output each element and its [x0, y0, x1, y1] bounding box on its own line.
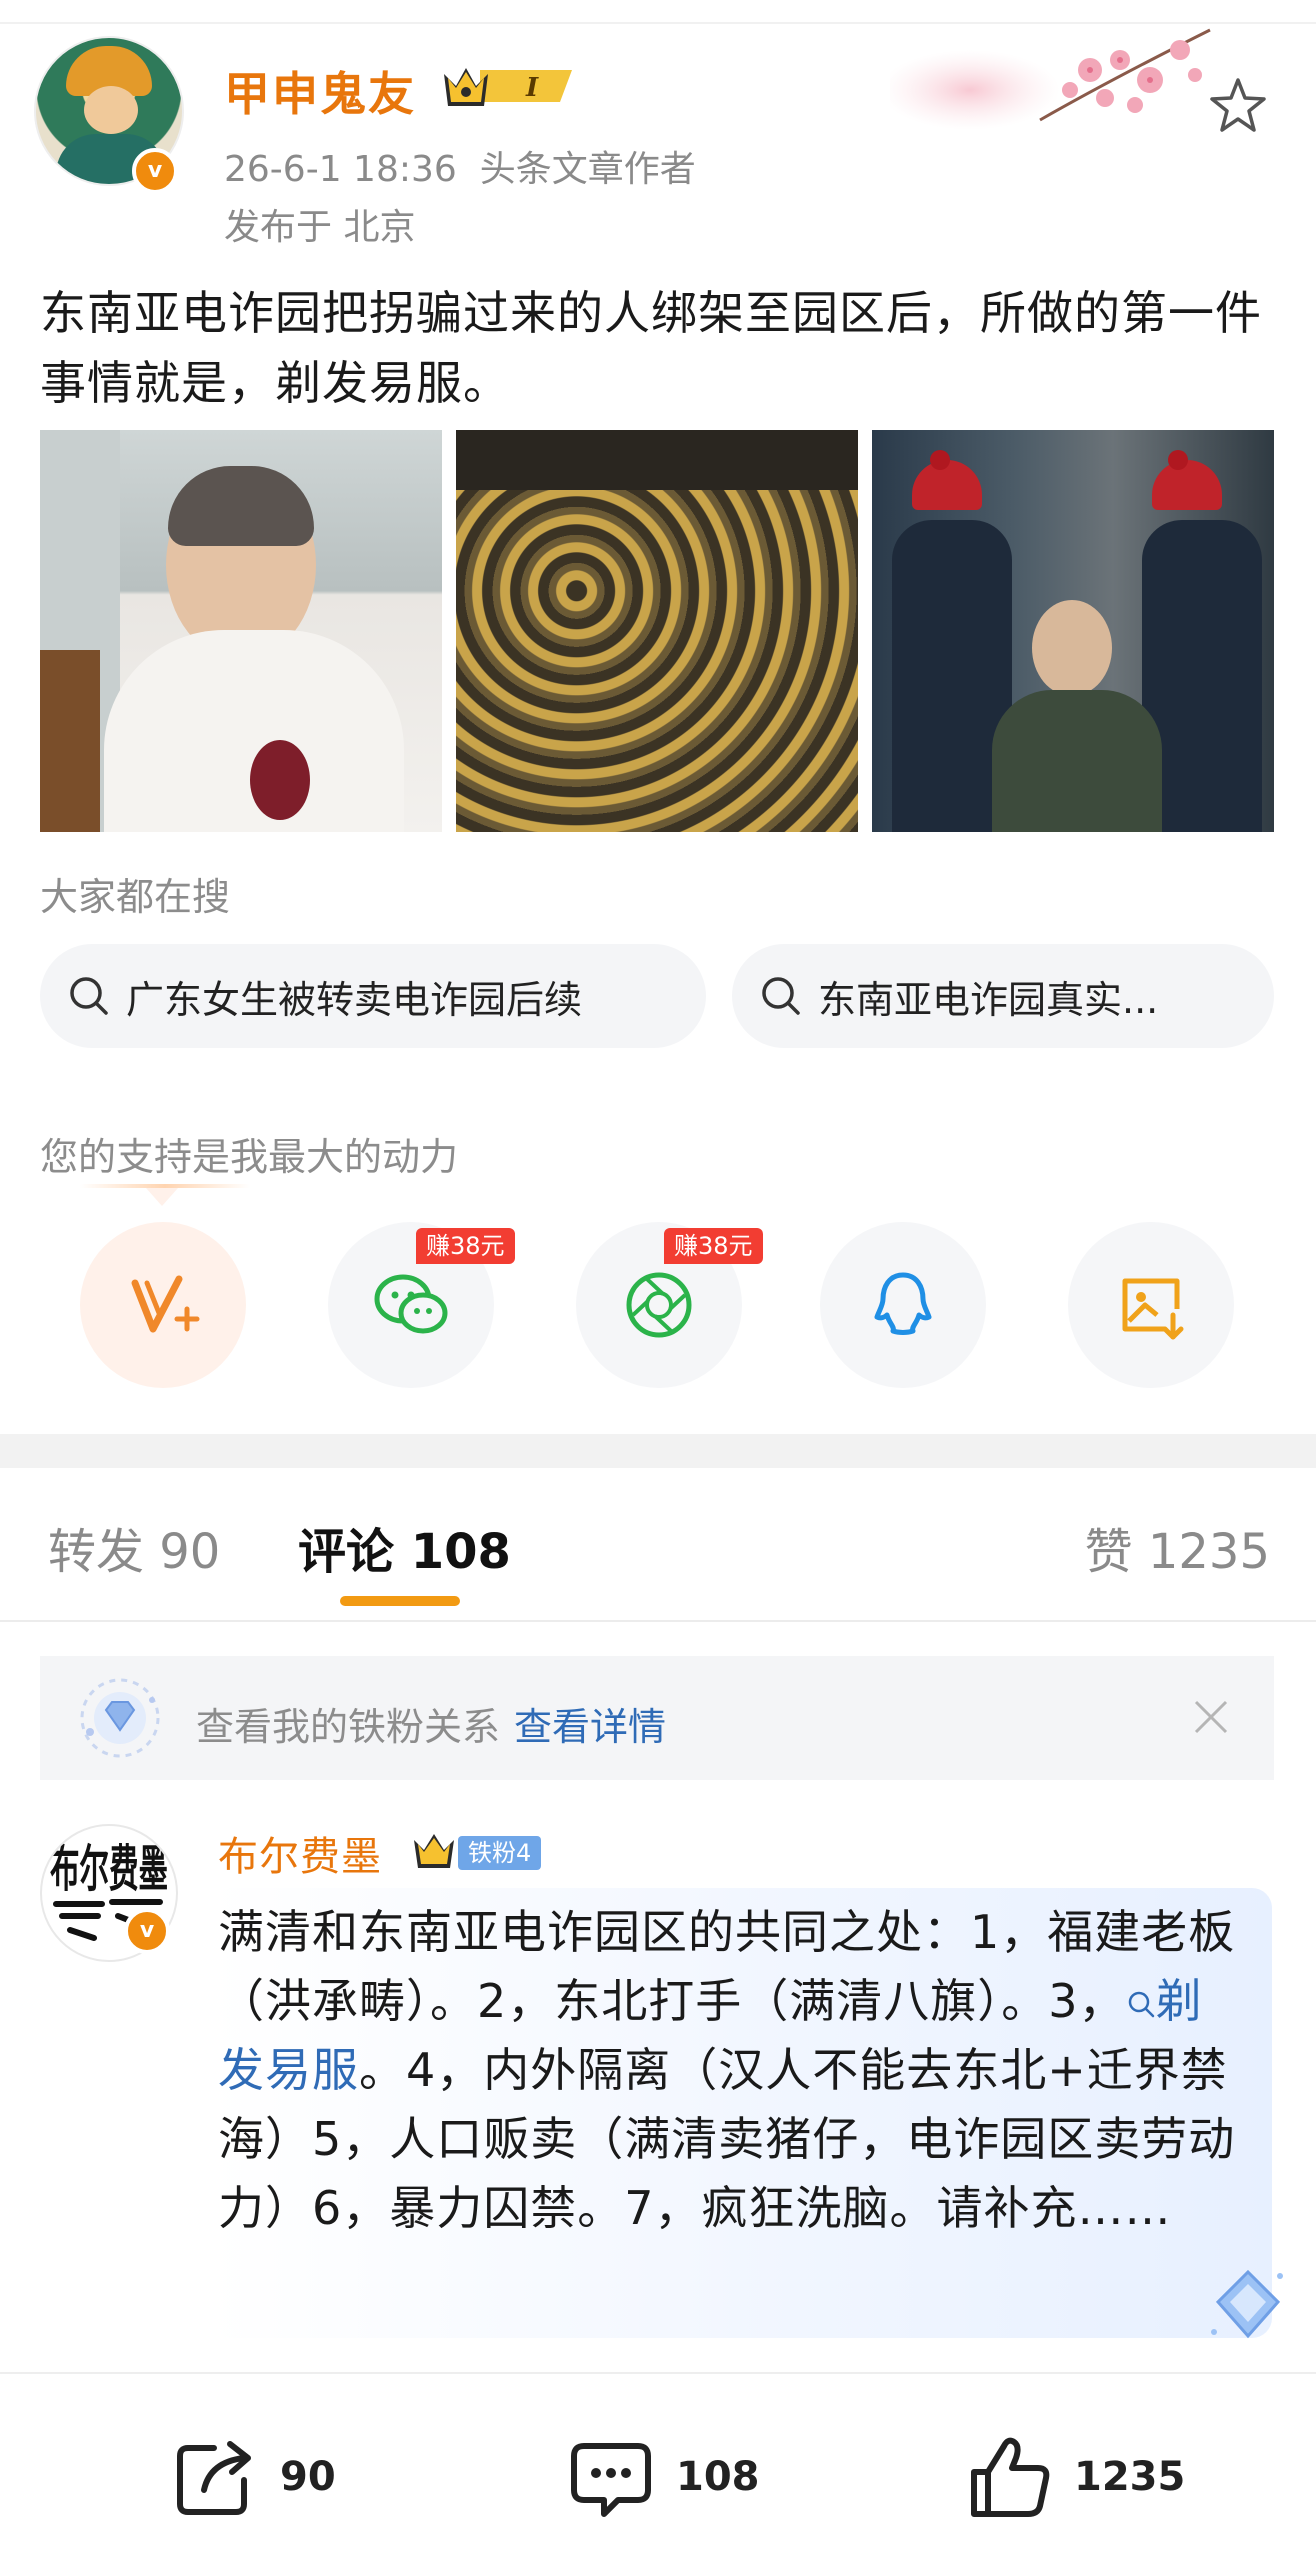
post-time: 26-6-1 18:36 — [224, 149, 457, 190]
support-title: 您的支持是我最大的动力 — [40, 1135, 459, 1179]
search-chip-1[interactable]: 广东女生被转卖电诈园后续 — [40, 944, 706, 1048]
moments-icon — [626, 1272, 692, 1338]
share-icon — [177, 2441, 251, 2515]
tooltip-pointer — [146, 1188, 178, 1206]
vplus-button[interactable] — [80, 1222, 246, 1388]
post-body: 东南亚电诈园把拐骗过来的人绑架至园区后，所做的第一件事情就是，剃发易服。 — [40, 286, 1262, 410]
post-image-2[interactable] — [456, 430, 858, 832]
fan-detail-link[interactable]: 查看详情 — [514, 1705, 666, 1749]
tab-repost[interactable]: 转发 90 — [48, 1512, 220, 1582]
trending-search-title: 大家都在搜 — [40, 875, 231, 919]
post-image-3[interactable] — [872, 430, 1274, 832]
like-button[interactable]: 1235 — [964, 2432, 1185, 2522]
thumbs-up-icon — [971, 2437, 1050, 2517]
search-icon — [1128, 1991, 1154, 2018]
comment-text: 满清和东南亚电诈园区的共同之处：1，福建老板（洪承畴）。2，东北打手（满清八旗）… — [218, 1898, 1248, 2243]
avatar-calligraphy: 布尔费墨 — [50, 1839, 168, 1898]
comment-icon — [571, 2443, 651, 2517]
fan-relation-label: 查看我的铁粉关系 — [196, 1705, 501, 1749]
fan-relation-text: 查看我的铁粉关系 查看详情 — [196, 1696, 666, 1751]
post-meta: 26-6-1 18:36 头条文章作者 — [224, 140, 696, 192]
comment-count: 108 — [676, 2454, 760, 2500]
bottom-divider — [0, 2372, 1316, 2374]
qq-icon — [874, 1272, 932, 1335]
like-count: 1235 — [1074, 2454, 1186, 2500]
tab-like[interactable]: 赞 1235 — [1085, 1512, 1270, 1582]
earn-badge: 赚38元 — [416, 1228, 515, 1264]
comment-button[interactable]: 108 — [566, 2432, 760, 2522]
tab-active-indicator — [340, 1596, 460, 1606]
level-text: I — [525, 73, 539, 103]
comment-text-part1: 满清和东南亚电诈园区的共同之处：1，福建老板（洪承畴）。2，东北打手（满清八旗）… — [218, 1905, 1236, 2028]
favorite-star-icon[interactable] — [1206, 74, 1270, 138]
search-icon — [762, 977, 800, 1015]
earn-badge: 赚38元 — [664, 1228, 763, 1264]
section-divider — [0, 1434, 1316, 1468]
fan-level-badge: 铁粉4 — [458, 1836, 542, 1870]
verified-icon: v — [124, 1908, 170, 1954]
crown-icon — [414, 1834, 454, 1868]
tab-divider — [0, 1620, 1316, 1622]
close-icon[interactable] — [1188, 1694, 1234, 1740]
save-image-icon — [1122, 1278, 1184, 1340]
search-chip-2[interactable]: 东南亚电诈园真实... — [732, 944, 1274, 1048]
comment-text-part2: 。4，内外隔离（汉人不能去东北+迁界禁海）5，人口贩卖（满清卖猪仔，电诈园区卖劳… — [218, 2043, 1236, 2235]
repost-button[interactable]: 90 — [170, 2432, 336, 2522]
qq-share-button[interactable] — [820, 1222, 986, 1388]
diamond-icon — [1211, 2269, 1283, 2339]
post-image-1[interactable] — [40, 430, 442, 832]
diamond-fan-icon — [80, 1678, 160, 1758]
search-chip-label: 东南亚电诈园真实... — [818, 977, 1159, 1022]
crown-level-icon: I — [444, 68, 572, 106]
wechat-icon — [374, 1274, 448, 1334]
tab-comment[interactable]: 评论 108 — [298, 1512, 511, 1582]
author-role: 头条文章作者 — [479, 149, 696, 190]
verified-icon: v — [132, 148, 178, 194]
author-name[interactable]: 甲申鬼友 — [224, 58, 416, 124]
search-chip-label: 广东女生被转卖电诈园后续 — [126, 977, 583, 1022]
vplus-icon — [131, 1275, 200, 1333]
commenter-name[interactable]: 布尔费墨 — [218, 1824, 382, 1882]
save-image-button[interactable] — [1068, 1222, 1234, 1388]
post-location: 发布于 北京 — [224, 207, 416, 248]
search-icon — [70, 977, 108, 1015]
repost-count: 90 — [280, 2454, 336, 2500]
blossom-decoration-icon — [890, 28, 1211, 130]
